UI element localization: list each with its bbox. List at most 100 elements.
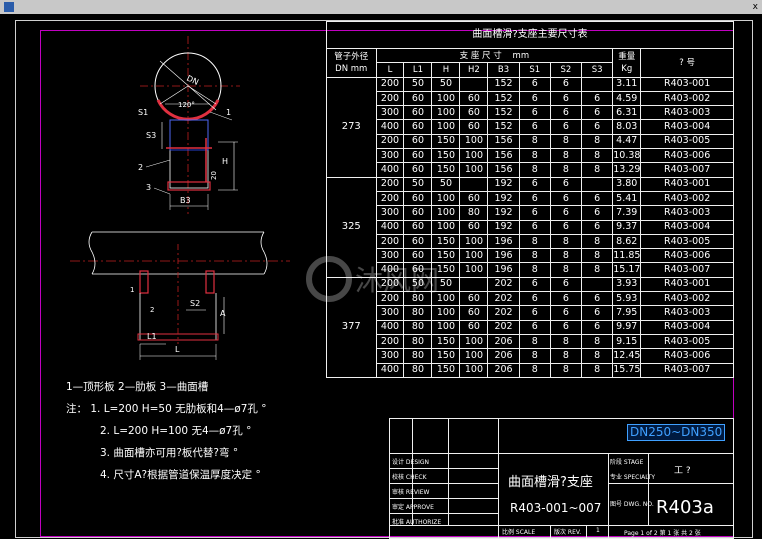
label-a: A [220, 309, 226, 318]
code-cell: R403-003 [640, 205, 734, 221]
table-cell: 60 [403, 205, 433, 221]
table-cell: 156 [487, 148, 520, 164]
table-cell: 60 [459, 319, 489, 335]
code-cell: R403-002 [640, 90, 734, 107]
table-cell: 80 [403, 305, 433, 321]
table-cell: 6 [549, 276, 583, 293]
label-dwg-no: 图号 DWG. NO. [610, 501, 654, 508]
label-s3: S3 [146, 131, 156, 140]
table-cell: 206 [487, 333, 520, 350]
table-cell: 60 [459, 291, 489, 307]
label-side-2: 2 [150, 306, 154, 314]
table-cell: 152 [487, 119, 520, 135]
table-cell [581, 76, 614, 92]
table-cell: 206 [487, 348, 520, 364]
table-cell: 200 [375, 291, 405, 307]
table-cell: 6 [518, 76, 551, 92]
label-b3: B3 [180, 196, 191, 205]
table-row: 300 80 150 100 206 8 8 8 12.45 R403-006 [327, 348, 734, 364]
table-cell: 100 [431, 90, 461, 107]
label-l1: L1 [147, 332, 157, 341]
table-cell [581, 176, 614, 192]
header-code: ? 号 [640, 48, 734, 78]
table-row: 300 60 100 60 152 6 6 6 6.31 R403-003 [327, 105, 734, 121]
table-cell: 400 [375, 362, 405, 378]
selected-text-dn-range[interactable]: DN250~DN350 [627, 424, 726, 441]
table-cell: 60 [403, 148, 433, 164]
table-cell: 12.45 [612, 348, 642, 364]
code-cell: R403-006 [640, 348, 734, 364]
table-row: 400 80 150 100 206 8 8 8 15.75 R403-007 [327, 362, 734, 378]
dn-cell: 325 [326, 176, 377, 278]
close-button[interactable]: x [753, 0, 758, 14]
table-cell: 300 [375, 205, 405, 221]
table-cell: 100 [431, 219, 461, 235]
code-cell: R403-002 [640, 291, 734, 307]
column-header: S1 [518, 62, 551, 78]
table-cell: 8 [549, 133, 583, 150]
table-cell: 192 [487, 190, 520, 207]
table-row: 300 60 150 100 156 8 8 8 10.38 R403-006 [327, 148, 734, 164]
table-row: 200 60 150 100 156 8 8 8 4.47 R403-005 [327, 133, 734, 150]
table-cell: 202 [487, 276, 520, 293]
column-header: B3 [487, 62, 520, 78]
label-review: 审核 REVIEW [392, 489, 430, 496]
table-cell: 60 [403, 119, 433, 135]
table-cell: 8 [581, 233, 614, 250]
table-cell: 6 [518, 276, 551, 293]
table-cell: 100 [459, 262, 489, 278]
label-angle: 120° [178, 101, 195, 109]
table-cell: 100 [459, 162, 489, 178]
table-cell: 202 [487, 319, 520, 335]
notes-block: 1—顶形板 2—肋板 3—曲面槽 注： 1. L=200 H=50 无肋板和4—… [66, 376, 266, 486]
table-cell: 50 [403, 76, 433, 92]
table-cell: 8 [581, 362, 614, 378]
table-cell: 3.93 [612, 276, 642, 293]
column-header: H2 [459, 62, 489, 78]
support-body [169, 119, 209, 189]
table-cell: 300 [375, 148, 405, 164]
table-cell: 60 [459, 90, 489, 107]
table-cell: 6 [549, 205, 583, 221]
table-cell: 196 [487, 262, 520, 278]
table-cell: 150 [431, 148, 461, 164]
note-3: 3. 曲面槽亦可用?板代替?弯 ° [100, 447, 239, 459]
app-icon [4, 2, 14, 12]
table-cell: 50 [403, 276, 433, 293]
table-cell: 6.31 [612, 105, 642, 121]
label-rev: 版次 REV. [554, 529, 582, 536]
table-cell: 300 [375, 248, 405, 264]
table-cell: 156 [487, 133, 520, 150]
column-header: L [375, 62, 405, 78]
table-cell: 6 [581, 219, 614, 235]
table-cell: 156 [487, 162, 520, 178]
drawing-canvas[interactable]: DN 120° S1 1 S3 2 3 H 20 B3 1 2 S2 A L1 … [0, 14, 762, 539]
table-cell: 200 [375, 133, 405, 150]
table-cell: 6 [518, 219, 551, 235]
table-cell: 5.93 [612, 291, 642, 307]
table-cell: 60 [459, 305, 489, 321]
table-cell: 80 [403, 333, 433, 350]
table-cell: 60 [459, 190, 489, 207]
table-title: 曲面槽滑?支座主要尺寸表 [326, 21, 734, 49]
table-cell: 100 [431, 119, 461, 135]
table-cell: 7.95 [612, 305, 642, 321]
label-2: 2 [138, 163, 143, 172]
column-header: S3 [581, 62, 614, 78]
table-cell: 150 [431, 333, 461, 350]
table-cell: 50 [403, 176, 433, 192]
table-cell: 60 [403, 233, 433, 250]
table-cell: 152 [487, 76, 520, 92]
table-cell: 6 [549, 105, 583, 121]
table-cell: 192 [487, 176, 520, 192]
table-cell: 8 [518, 333, 551, 350]
table-row: 400 60 150 100 196 8 8 8 15.17 R403-007 [327, 262, 734, 278]
table-cell: 300 [375, 348, 405, 364]
header-dims-group: 支 座 尺 寸 mm [375, 47, 614, 64]
table-row: 400 60 100 60 152 6 6 6 8.03 R403-004 [327, 119, 734, 135]
table-cell: 9.97 [612, 319, 642, 335]
table-row: 200 80 100 60 202 6 6 6 5.93 R403-002 [327, 291, 734, 307]
table-cell: 80 [459, 205, 489, 221]
table-cell: 100 [459, 333, 489, 350]
table-cell: 8 [518, 348, 551, 364]
